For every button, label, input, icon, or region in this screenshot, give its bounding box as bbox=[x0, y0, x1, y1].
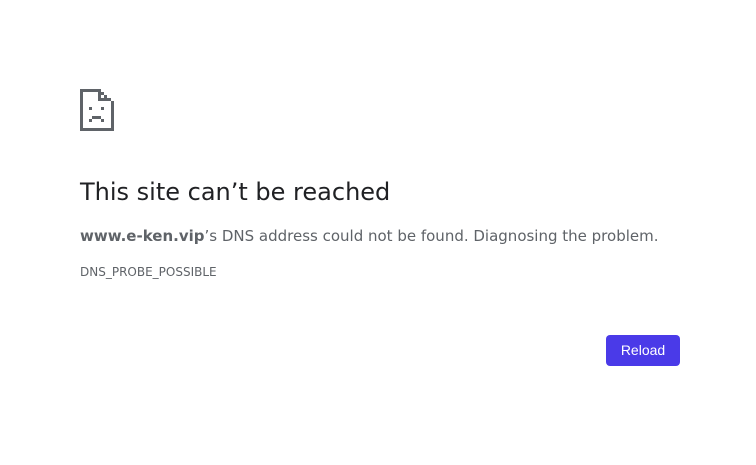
page-title: This site can’t be reached bbox=[80, 178, 391, 206]
reload-button[interactable]: Reload bbox=[606, 335, 680, 366]
error-code: DNS_PROBE_POSSIBLE bbox=[80, 265, 217, 279]
sad-page-icon bbox=[80, 89, 114, 131]
error-page: This site can’t be reached www.e-ken.vip… bbox=[0, 0, 756, 465]
error-message-text: ’s DNS address could not be found. Diagn… bbox=[204, 227, 659, 245]
error-message: www.e-ken.vip’s DNS address could not be… bbox=[80, 226, 659, 246]
error-host: www.e-ken.vip bbox=[80, 227, 205, 245]
